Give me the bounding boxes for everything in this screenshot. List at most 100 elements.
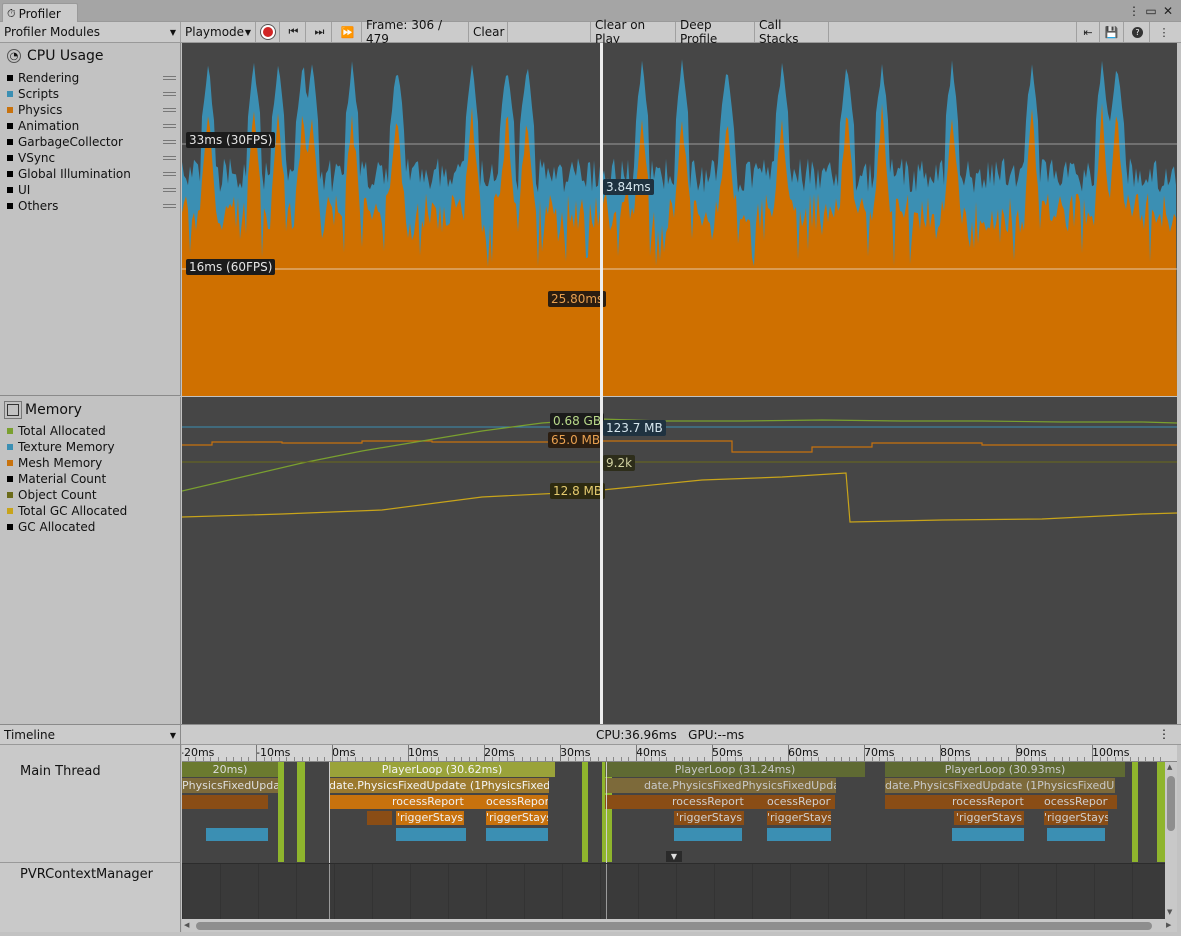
process-reports-bar[interactable]: rocessReports (952, 795, 1024, 809)
cpu-legend-item[interactable]: Others (7, 198, 58, 214)
trigger-stays-bar[interactable]: 'riggerStays (674, 811, 744, 825)
process-reports-bar[interactable]: rocessReports (672, 795, 744, 809)
scroll-right-icon[interactable]: ▶ (1166, 921, 1171, 929)
drag-handle-icon[interactable] (163, 140, 176, 144)
drag-handle-icon[interactable] (163, 204, 176, 208)
process-reports-bar[interactable] (182, 795, 268, 809)
frame-marker[interactable] (602, 762, 612, 862)
memory-legend-item[interactable]: GC Allocated (7, 519, 95, 535)
timeline-menu-button[interactable]: ⋮ (1158, 727, 1170, 741)
playerloop-bar[interactable]: PlayerLoop (30.93ms) (885, 762, 1125, 777)
profiler-modules-dropdown[interactable]: Profiler Modules ▼ (0, 22, 181, 42)
memory-legend-item[interactable]: Object Count (7, 487, 97, 503)
drag-handle-icon[interactable] (163, 124, 176, 128)
process-reports-bar[interactable]: rocessReports (392, 795, 464, 809)
call-stacks-toggle[interactable]: Call Stacks (755, 18, 829, 46)
fixed-update-bar[interactable]: date.PhysicsFixedUpdate (1PhysicsFixedUp… (329, 778, 549, 793)
frame-marker[interactable] (297, 762, 305, 862)
drag-handle-icon[interactable] (163, 76, 176, 80)
scripts-bar[interactable] (206, 828, 268, 841)
scripts-bar[interactable] (1047, 828, 1105, 841)
cpu-legend-item[interactable]: VSync (7, 150, 55, 166)
scripts-bar[interactable] (674, 828, 742, 841)
pvr-thread-track[interactable] (182, 863, 1165, 919)
playmode-dropdown[interactable]: Playmode ▼ (181, 22, 256, 42)
frame-boundary-line[interactable] (606, 762, 607, 863)
more-options-icon[interactable]: ⋮ (1126, 3, 1142, 19)
playerloop-bar[interactable]: PlayerLoop (30.62ms) (329, 762, 555, 777)
drag-handle-icon[interactable] (163, 188, 176, 192)
playerloop-bar[interactable]: 20ms) (182, 762, 278, 777)
drag-handle-icon[interactable] (163, 156, 176, 160)
current-frame-button[interactable]: ⏩ (334, 22, 362, 42)
expand-thread-icon[interactable]: ▼ (666, 851, 682, 862)
record-button[interactable] (256, 22, 280, 42)
fixed-update-bar[interactable]: PhysicsFixedUpda (182, 778, 278, 793)
timeline-ruler[interactable]: -20ms -10ms 0ms 10ms 20ms 30ms 40ms 50ms 60ms 70m… (182, 745, 1177, 762)
fixed-update-bar[interactable]: date.PhysicsFixedUpdate (1PhysicsFixedUp… (885, 778, 1115, 793)
frame-boundary-line[interactable] (329, 762, 330, 863)
horizontal-scroll-thumb[interactable] (196, 922, 1152, 930)
fixed-update-bar[interactable]: PhysicsFixedUpda (742, 778, 836, 793)
timeline-horizontal-scrollbar[interactable]: ◀ ▶ (182, 919, 1177, 932)
frame-marker[interactable] (278, 762, 284, 862)
playerloop-bar[interactable]: PlayerLoop (31.24ms) (605, 762, 865, 777)
cpu-legend-item[interactable]: Global Illumination (7, 166, 131, 182)
cpu-usage-graph[interactable] (182, 43, 1177, 396)
cpu-legend-item[interactable]: GarbageCollector (7, 134, 123, 150)
timeline-vertical-scrollbar[interactable]: ▲ ▼ (1165, 762, 1177, 919)
cpu-legend-item[interactable]: UI (7, 182, 30, 198)
cpu-module-panel[interactable]: ◔ CPU Usage Rendering Scripts Physics Anima… (0, 43, 181, 396)
deep-profile-toggle[interactable]: Deep Profile (676, 18, 755, 46)
selected-frame-cursor[interactable] (600, 43, 603, 724)
trigger-stays-bar[interactable]: 'riggerStays (1044, 811, 1108, 825)
next-frame-button[interactable]: ⏭ (308, 22, 332, 42)
process-reports-bar[interactable]: ocessReport (1044, 795, 1108, 809)
cpu-legend-item[interactable]: Rendering (7, 70, 79, 86)
process-reports-bar[interactable]: ocessReport (767, 795, 831, 809)
scroll-up-icon[interactable]: ▲ (1167, 763, 1172, 771)
drag-handle-icon[interactable] (163, 92, 176, 96)
memory-chart[interactable]: 0.68 GB 123.7 MB 65.0 MB 9.2k 12.8 MB (182, 397, 1177, 724)
maximize-icon[interactable]: ▭ (1143, 3, 1159, 19)
help-button[interactable]: ? (1126, 22, 1150, 42)
memory-legend-item[interactable]: Texture Memory (7, 439, 115, 455)
cpu-legend-item[interactable]: Physics (7, 102, 62, 118)
scroll-left-icon[interactable]: ◀ (184, 921, 189, 929)
physics-step-bar[interactable] (367, 811, 392, 825)
scripts-bar[interactable] (767, 828, 831, 841)
clear-button[interactable]: Clear (469, 22, 508, 42)
save-profile-button[interactable]: 💾 (1100, 22, 1124, 42)
profiler-tab[interactable]: ⏱ Profiler (2, 3, 78, 23)
cpu-legend-item[interactable]: Scripts (7, 86, 59, 102)
first-frame-button[interactable]: ⏮ (282, 22, 306, 42)
trigger-stays-bar[interactable]: 'riggerStays (486, 811, 548, 825)
trigger-stays-bar[interactable]: 'riggerStays (954, 811, 1024, 825)
trigger-stays-bar[interactable]: 'riggerStays (396, 811, 464, 825)
frame-marker[interactable] (1157, 762, 1165, 862)
drag-handle-icon[interactable] (163, 108, 176, 112)
main-thread-track[interactable]: 20ms) PhysicsFixedUpda PlayerLoop (30.62ms… (182, 762, 1165, 863)
memory-legend-item[interactable]: Material Count (7, 471, 106, 487)
clear-on-play-toggle[interactable]: Clear on Play (590, 18, 676, 46)
frame-marker[interactable] (1132, 762, 1138, 862)
memory-legend-item[interactable]: Mesh Memory (7, 455, 102, 471)
cpu-legend-item[interactable]: Animation (7, 118, 79, 134)
frame-marker[interactable] (582, 762, 588, 862)
memory-legend-item[interactable]: Total Allocated (7, 423, 106, 439)
close-icon[interactable]: ✕ (1160, 3, 1176, 19)
memory-legend-item[interactable]: Total GC Allocated (7, 503, 127, 519)
scroll-down-icon[interactable]: ▼ (1167, 908, 1172, 916)
scripts-bar[interactable] (396, 828, 466, 841)
memory-graph[interactable] (182, 397, 1177, 724)
cpu-usage-chart[interactable]: 33ms (30FPS) 16ms (60FPS) 3.84ms 25.80ms (182, 43, 1177, 396)
vertical-scroll-thumb[interactable] (1167, 776, 1175, 831)
scripts-bar[interactable] (952, 828, 1024, 841)
toolbar-menu-button[interactable]: ⋮ (1152, 22, 1176, 42)
process-reports-bar[interactable]: ocessReports (486, 795, 548, 809)
drag-handle-icon[interactable] (163, 172, 176, 176)
load-profile-button[interactable]: ⇤ (1076, 22, 1100, 42)
timeline-view-dropdown[interactable]: Timeline ▼ (0, 725, 181, 745)
memory-module-panel[interactable]: Memory Total Allocated Texture Memory Mesh… (0, 397, 181, 724)
trigger-stays-bar[interactable]: 'riggerStays (767, 811, 831, 825)
